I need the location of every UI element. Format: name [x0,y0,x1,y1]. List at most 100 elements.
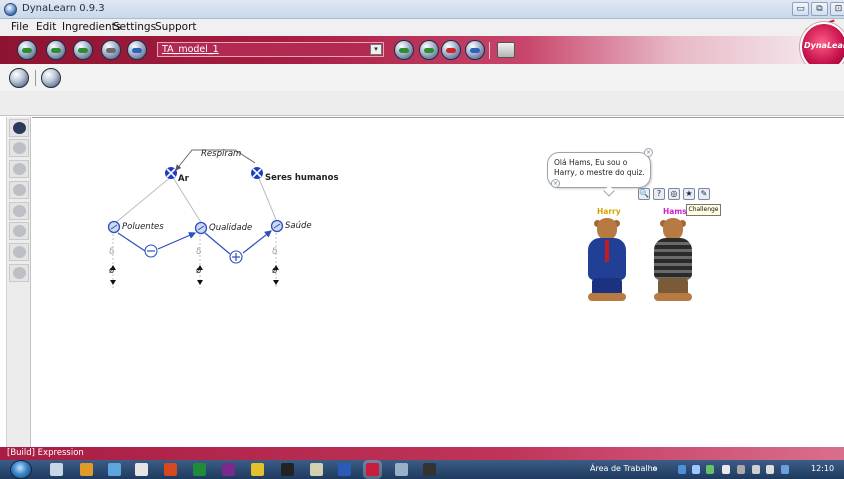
onenote-icon[interactable] [222,463,235,476]
agent-name-harry: Harry [597,207,621,216]
excel-icon[interactable] [193,463,206,476]
status-text: [Build] Expression [7,448,84,458]
quantity-value: δ [109,247,115,257]
status-bar: [Build] Expression [0,447,844,460]
desktop-label[interactable]: Área de Trabalho [590,464,658,473]
network-icon[interactable] [41,68,61,88]
secondary-toolbar [0,64,844,91]
word-icon[interactable] [338,463,351,476]
challenge-tooltip: Challenge [686,204,721,216]
back-icon[interactable] [17,40,37,60]
close-window-button[interactable]: ⊡ [830,2,844,16]
app-icon[interactable] [310,463,323,476]
flag-icon[interactable] [9,264,29,282]
influence-icon[interactable] [9,181,29,199]
target-icon[interactable]: ◎ [668,188,680,200]
challenge-icon[interactable]: ★ [683,188,695,200]
speech-text: Olá Hams, Eu sou o Harry, o mestre do qu… [554,158,645,177]
quantity-icon[interactable] [9,139,29,157]
agent-name-hams: Hams [663,207,687,216]
clock[interactable]: 12:10 [811,464,834,473]
chrome-icon[interactable] [251,463,264,476]
edit-icon[interactable]: ✎ [698,188,710,200]
bubble-close-icon[interactable]: × [644,148,653,157]
toolbar-strip [0,91,844,116]
tool-palette [6,117,31,447]
entity-icon[interactable] [9,119,29,137]
app-icon[interactable] [80,463,93,476]
maximize-button[interactable]: ⧉ [811,2,828,16]
run-icon[interactable] [419,40,439,60]
taskbar: Área de Trabalho » 12:10 [0,460,844,479]
app-icon[interactable] [135,463,148,476]
model-canvas[interactable]: Respiram Ar Seres humanos Poluentes Qual… [32,117,844,447]
print-icon[interactable] [497,42,515,58]
entity-seres-humanos-label: Seres humanos [265,173,339,183]
quantity-saude-icon[interactable] [270,219,284,233]
network-icon[interactable] [752,465,760,474]
tray-icon[interactable] [781,465,789,474]
proportionality-link [204,232,231,255]
refresh-icon[interactable] [73,40,93,60]
app-icon[interactable] [281,463,294,476]
toolbar-separator [35,70,36,86]
menu-edit[interactable]: Edit [36,21,56,33]
simulate-icon[interactable] [394,40,414,60]
search-icon[interactable]: 🔍 [638,188,650,200]
window-title: DynaLearn 0.9.3 [22,3,105,14]
build-icon[interactable] [9,68,29,88]
proportionality-link [242,230,272,254]
entity-link [113,175,173,225]
chevron-down-icon[interactable]: ▾ [370,44,382,55]
terminal-icon[interactable] [423,463,436,476]
bubble-close-icon[interactable]: × [551,179,560,188]
speech-bubble: Olá Hams, Eu sou o Harry, o mestre do qu… [547,152,651,188]
dynalearn-task-icon[interactable] [366,463,379,476]
configuration-label: Respiram [201,149,242,159]
tray-icon[interactable] [737,465,745,474]
proportionality-link [157,232,197,250]
minimize-button[interactable]: ▭ [792,2,809,16]
proportionality-icon[interactable] [9,202,29,220]
powerpoint-icon[interactable] [164,463,177,476]
media-icon[interactable] [108,463,121,476]
configuration-icon[interactable] [9,160,29,178]
positive-icon[interactable] [9,222,29,240]
entity-ar-icon[interactable] [165,167,177,179]
entity-ar-label: Ar [178,174,189,184]
model-name: TA_model_1 [162,44,219,55]
toolbar-separator [489,42,490,59]
menu-support[interactable]: Support [155,21,197,33]
stop-icon[interactable] [441,40,461,60]
title-bar: DynaLearn 0.9.3 ▭ ⧉ ⊡ [0,0,844,19]
main-toolbar: TA_model_1 ▾ [0,36,844,64]
tray-chevron[interactable]: » [652,464,657,473]
quantity-poluentes-icon[interactable] [107,220,121,234]
explorer-icon[interactable] [50,463,63,476]
app-icon [4,3,17,16]
proportionality-negative-icon[interactable] [144,244,158,258]
start-button[interactable] [10,460,32,479]
volume-icon[interactable] [766,465,774,474]
help-icon[interactable] [127,40,147,60]
negative-icon[interactable] [9,243,29,261]
tray-icon[interactable] [692,465,700,474]
menu-settings[interactable]: Settings [113,21,156,33]
entity-seres-humanos-icon[interactable] [251,167,263,179]
forward-icon[interactable] [46,40,66,60]
menu-file[interactable]: File [11,21,29,33]
close-icon[interactable] [101,40,121,60]
quantity-qualidade-icon[interactable] [194,221,208,235]
quantity-poluentes-label: Poluentes [122,222,164,232]
proportionality-positive-icon[interactable] [229,250,243,264]
question-icon[interactable] [465,40,485,60]
proportionality-link [117,232,146,252]
app-icon[interactable] [395,463,408,476]
quantity-qualidade-label: Qualidade [209,223,253,233]
question-icon[interactable]: ? [653,188,665,200]
dynalearn-window: DynaLearn 0.9.3 ▭ ⧉ ⊡ File Edit Ingredie… [0,0,844,479]
model-select[interactable]: TA_model_1 ▾ [157,42,384,57]
flag-icon[interactable] [722,465,730,474]
tray-icon[interactable] [678,465,686,474]
tray-icon[interactable] [706,465,714,474]
